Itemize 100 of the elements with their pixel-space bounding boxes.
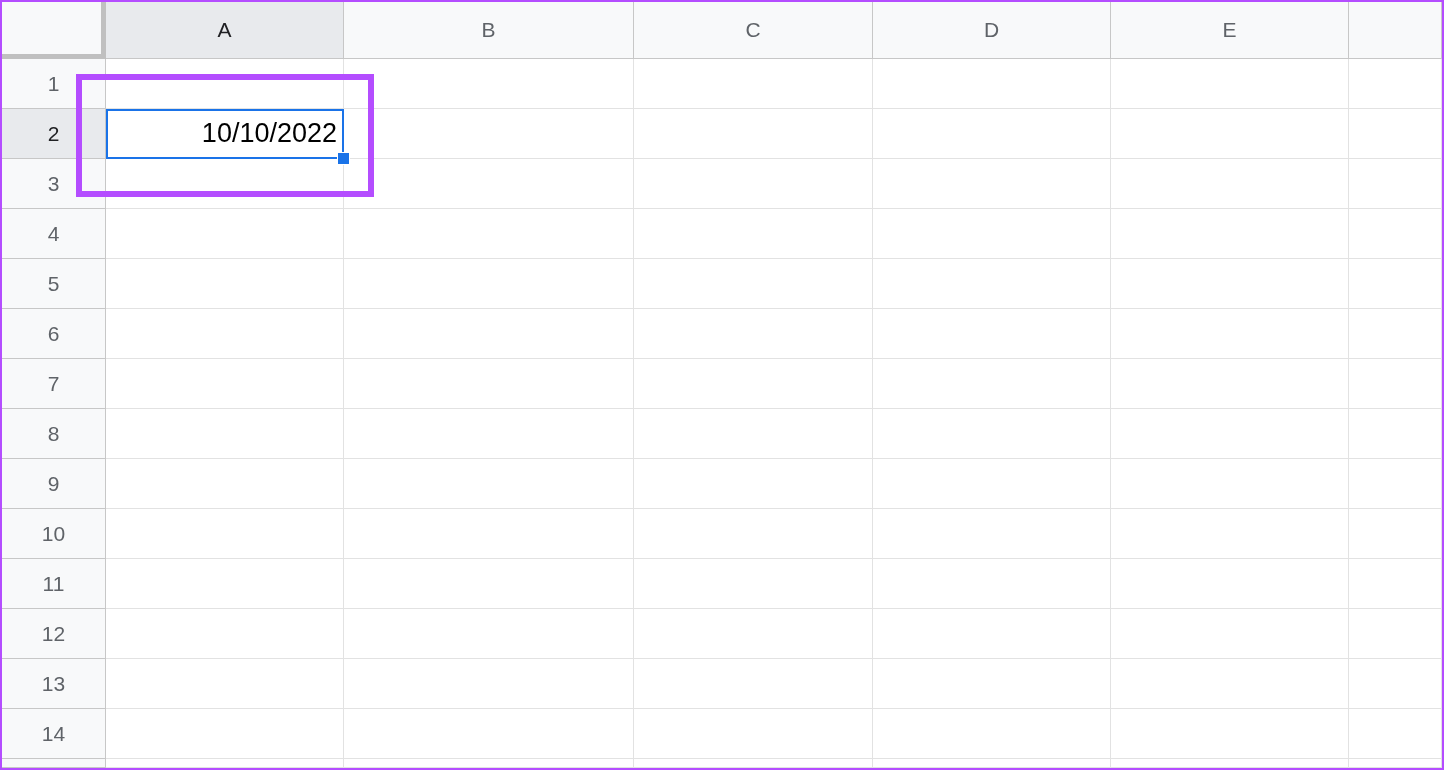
table-cell[interactable] [873, 559, 1111, 609]
row-header[interactable]: 2 [2, 109, 106, 159]
table-cell[interactable] [106, 459, 344, 509]
row-header[interactable]: 11 [2, 559, 106, 609]
table-cell[interactable] [1349, 159, 1442, 209]
table-cell[interactable] [1111, 509, 1349, 559]
table-cell[interactable] [1349, 409, 1442, 459]
table-cell[interactable] [106, 709, 344, 759]
table-cell[interactable] [1111, 159, 1349, 209]
table-cell[interactable] [1111, 659, 1349, 709]
table-cell[interactable] [106, 209, 344, 259]
table-cell[interactable] [1349, 209, 1442, 259]
table-cell[interactable] [634, 509, 873, 559]
table-cell[interactable] [1111, 409, 1349, 459]
column-header[interactable]: C [634, 2, 873, 59]
table-cell[interactable] [344, 209, 634, 259]
row-header[interactable]: 4 [2, 209, 106, 259]
table-cell[interactable] [634, 109, 873, 159]
row-header[interactable]: 7 [2, 359, 106, 409]
column-header[interactable]: D [873, 2, 1111, 59]
column-header[interactable]: E [1111, 2, 1349, 59]
table-cell[interactable] [1111, 609, 1349, 659]
select-all-corner[interactable] [2, 2, 106, 59]
row-header[interactable]: 1 [2, 59, 106, 109]
table-cell[interactable] [1349, 759, 1442, 768]
table-cell[interactable] [634, 559, 873, 609]
table-cell[interactable] [1349, 259, 1442, 309]
table-cell[interactable] [873, 309, 1111, 359]
table-cell[interactable] [1349, 609, 1442, 659]
table-cell[interactable] [634, 59, 873, 109]
table-cell[interactable] [344, 259, 634, 309]
row-header[interactable]: 5 [2, 259, 106, 309]
table-cell[interactable] [634, 159, 873, 209]
table-cell[interactable] [106, 509, 344, 559]
table-cell[interactable] [106, 309, 344, 359]
table-cell[interactable] [1111, 709, 1349, 759]
table-cell[interactable] [634, 659, 873, 709]
table-cell[interactable] [344, 359, 634, 409]
table-cell[interactable] [873, 659, 1111, 709]
table-cell[interactable] [634, 259, 873, 309]
row-header[interactable]: 3 [2, 159, 106, 209]
table-cell[interactable] [873, 709, 1111, 759]
table-cell[interactable] [1111, 259, 1349, 309]
table-cell[interactable] [634, 359, 873, 409]
table-cell[interactable] [344, 759, 634, 768]
row-header[interactable] [2, 759, 106, 768]
table-cell[interactable] [634, 459, 873, 509]
table-cell[interactable] [1349, 709, 1442, 759]
table-cell[interactable] [1111, 459, 1349, 509]
table-cell[interactable] [1349, 309, 1442, 359]
table-cell[interactable] [344, 609, 634, 659]
table-cell[interactable] [1349, 359, 1442, 409]
table-cell[interactable] [106, 759, 344, 768]
table-cell[interactable] [344, 559, 634, 609]
table-cell[interactable] [106, 259, 344, 309]
table-cell[interactable] [873, 609, 1111, 659]
table-cell[interactable] [106, 609, 344, 659]
table-cell[interactable] [634, 759, 873, 768]
table-cell[interactable] [634, 409, 873, 459]
table-cell[interactable] [873, 359, 1111, 409]
table-cell[interactable] [344, 459, 634, 509]
table-cell[interactable] [873, 759, 1111, 768]
table-cell[interactable] [634, 309, 873, 359]
column-header[interactable]: B [344, 2, 634, 59]
table-cell[interactable] [1111, 359, 1349, 409]
table-cell[interactable] [634, 709, 873, 759]
table-cell[interactable] [106, 559, 344, 609]
table-cell[interactable] [1349, 559, 1442, 609]
table-cell[interactable] [873, 109, 1111, 159]
table-cell[interactable] [1349, 459, 1442, 509]
row-header[interactable]: 13 [2, 659, 106, 709]
row-header[interactable]: 12 [2, 609, 106, 659]
table-cell[interactable] [873, 59, 1111, 109]
table-cell[interactable] [344, 309, 634, 359]
column-header[interactable] [1349, 2, 1442, 59]
row-header[interactable]: 9 [2, 459, 106, 509]
table-cell[interactable] [873, 209, 1111, 259]
table-cell[interactable] [1349, 509, 1442, 559]
column-header[interactable]: A [106, 2, 344, 59]
table-cell[interactable] [344, 159, 634, 209]
row-header[interactable]: 14 [2, 709, 106, 759]
table-cell[interactable] [873, 459, 1111, 509]
table-cell[interactable] [106, 409, 344, 459]
row-header[interactable]: 6 [2, 309, 106, 359]
table-cell[interactable] [344, 409, 634, 459]
table-cell[interactable] [1111, 309, 1349, 359]
fill-handle[interactable] [337, 152, 350, 165]
table-cell[interactable] [873, 409, 1111, 459]
table-cell[interactable] [106, 659, 344, 709]
table-cell[interactable] [1111, 759, 1349, 768]
table-cell[interactable] [1111, 559, 1349, 609]
table-cell[interactable] [1111, 59, 1349, 109]
table-cell[interactable] [344, 659, 634, 709]
row-header[interactable]: 8 [2, 409, 106, 459]
table-cell[interactable] [1111, 109, 1349, 159]
table-cell[interactable] [1349, 659, 1442, 709]
table-cell[interactable] [873, 509, 1111, 559]
table-cell[interactable] [106, 59, 344, 109]
table-cell[interactable] [344, 509, 634, 559]
table-cell[interactable] [1349, 109, 1442, 159]
